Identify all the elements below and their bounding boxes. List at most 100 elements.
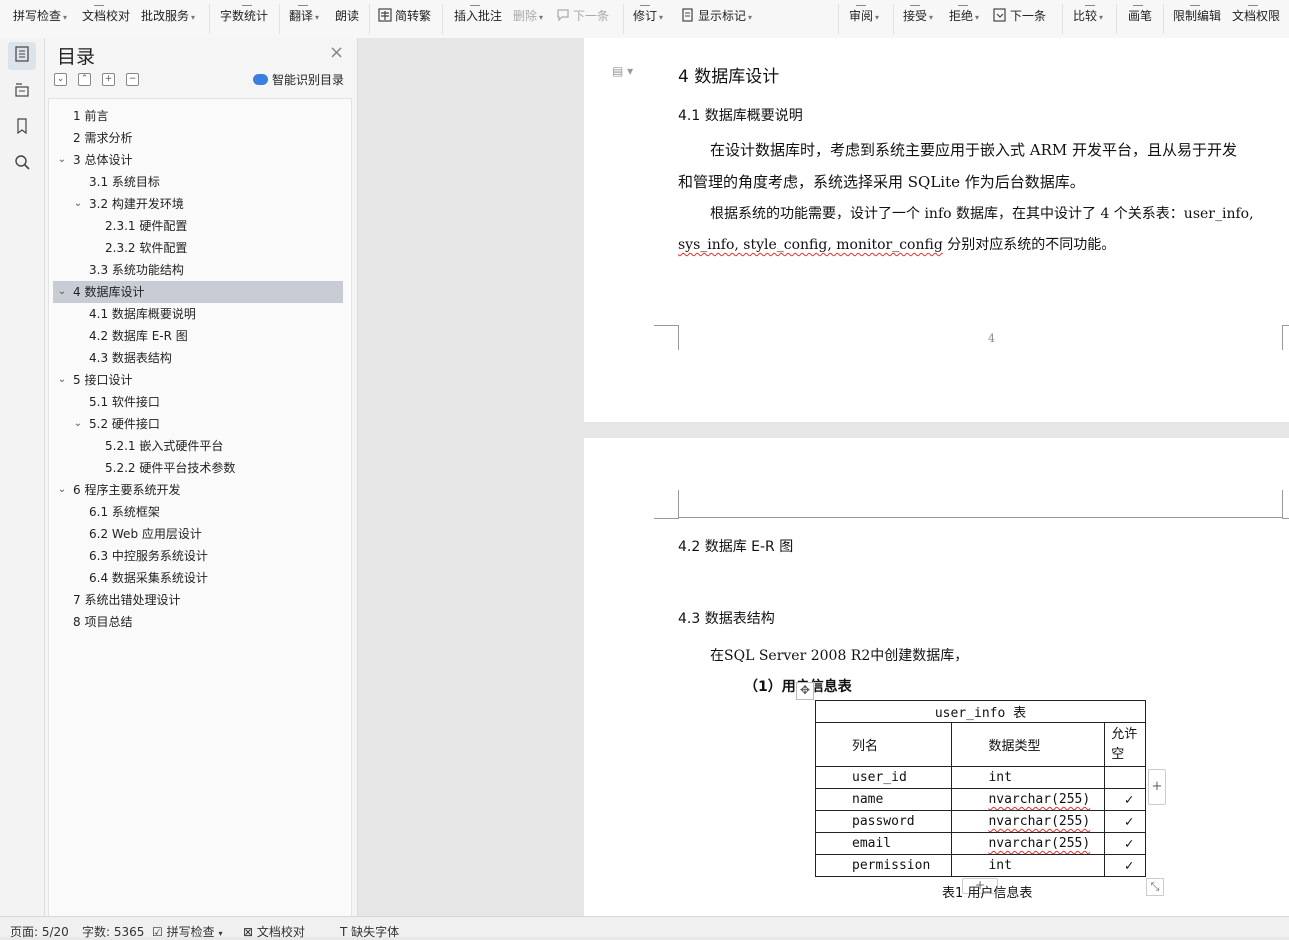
chevron-down-icon[interactable]: ⌄ xyxy=(57,369,67,391)
ribbon-icon-fragment xyxy=(1248,0,1258,6)
spell-check-button[interactable]: 拼写检查 ▾ xyxy=(13,7,67,25)
toc-item[interactable]: 7 系统出错处理设计 xyxy=(73,589,180,611)
ribbon-icon-fragment xyxy=(1133,0,1143,6)
font-icon: T xyxy=(340,925,348,939)
ribbon-toolbar: 拼写检查 ▾ 文档校对 批改服务 ▾ 字数统计 翻译 ▾ 朗读 简转繁 插入批注 删除… xyxy=(0,0,1289,39)
chevron-down-icon[interactable]: ⌄ xyxy=(73,193,83,215)
toc-item[interactable]: 5.2.2 硬件平台技术参数 xyxy=(105,457,235,479)
toc-item[interactable]: 4.3 数据表结构 xyxy=(89,347,172,369)
toc-item[interactable]: 3.1 系统目标 xyxy=(89,171,160,193)
toc-item[interactable]: 5.1 软件接口 xyxy=(89,391,160,413)
chevron-down-icon[interactable]: ⌄ xyxy=(73,413,83,435)
next-comment-button[interactable]: 下一条 xyxy=(556,7,609,25)
header-line xyxy=(678,517,1282,518)
ribbon-icon-fragment xyxy=(470,0,480,6)
ribbon-icon-fragment xyxy=(298,0,308,6)
margin-corner xyxy=(654,325,679,350)
table-cell: ✓ xyxy=(1104,788,1146,811)
toc-item[interactable]: 2.3.2 软件配置 xyxy=(105,237,187,259)
spelling-error-text[interactable]: sys_info, style_config, monitor_config xyxy=(678,237,943,253)
close-icon[interactable]: × xyxy=(329,42,344,63)
toc-item-selected[interactable]: ⌄ 4 数据库设计 xyxy=(53,281,343,303)
toc-item[interactable]: 6.4 数据采集系统设计 xyxy=(89,567,208,589)
toc-item[interactable]: ⌄ 3 总体设计 xyxy=(55,149,133,171)
toc-item[interactable]: 6.3 中控服务系统设计 xyxy=(89,545,208,567)
ribbon-icon-fragment xyxy=(1190,0,1200,6)
restrict-editing-button[interactable]: 限制编辑 xyxy=(1173,7,1221,25)
review-button[interactable]: 审阅 ▾ xyxy=(849,7,879,25)
collapse-all-icon[interactable]: ⌃ xyxy=(78,73,91,86)
next-change-button[interactable]: 下一条 xyxy=(993,7,1046,25)
toc-item[interactable]: 3.3 系统功能结构 xyxy=(89,259,184,281)
table-header: 数据类型 xyxy=(951,722,1106,767)
document-permission-button[interactable]: 文档权限 xyxy=(1232,7,1280,25)
translate-button[interactable]: 翻译 ▾ xyxy=(289,7,319,25)
toc-item[interactable]: 6.2 Web 应用层设计 xyxy=(89,523,202,545)
toc-item[interactable]: 5.2.1 嵌入式硬件平台 xyxy=(105,435,223,457)
toc-item[interactable]: 1 前言 xyxy=(73,105,108,127)
toc-panel-button[interactable] xyxy=(8,42,36,70)
paragraph: 在设计数据库时，考虑到系统主要应用于嵌入式 ARM 开发平台，且从易于开发 xyxy=(710,141,1238,159)
ribbon-icon-fragment xyxy=(910,0,920,6)
resize-table-icon[interactable]: ⤡ xyxy=(1146,878,1164,896)
smart-toc-button[interactable]: 智能识别目录 xyxy=(253,71,344,88)
user-info-table[interactable]: user_info 表 列名 数据类型 允许空 user_id int name n… xyxy=(814,700,1146,877)
show-markup-button[interactable]: 显示标记 ▾ xyxy=(681,7,752,25)
ribbon-separator xyxy=(209,4,210,34)
toc-item[interactable]: ⌄ 3.2 构建开发环境 xyxy=(71,193,184,215)
remove-heading-icon[interactable]: − xyxy=(126,73,139,86)
reject-button[interactable]: 拒绝 ▾ xyxy=(949,7,979,25)
toc-item[interactable]: 6.1 系统框架 xyxy=(89,501,160,523)
ribbon-separator xyxy=(1116,4,1117,34)
simplified-to-traditional-button[interactable]: 简转繁 xyxy=(378,7,431,25)
compare-button[interactable]: 比较 ▾ xyxy=(1073,7,1103,25)
toc-title: 目录 xyxy=(57,46,96,68)
toc-item[interactable]: 4.1 数据库概要说明 xyxy=(89,303,196,325)
missing-font-status[interactable]: T 缺失字体 xyxy=(340,923,399,940)
status-bar: 页面: 5/20 字数: 5365 ☑ 拼写检查 ▾ ⊠ 文档校对 T 缺失字体 xyxy=(0,916,1289,940)
toc-item[interactable]: 8 项目总结 xyxy=(73,611,132,633)
track-changes-button[interactable]: 修订 ▾ xyxy=(633,7,663,25)
pen-button[interactable]: 画笔 xyxy=(1128,7,1152,25)
table-cell: ✓ xyxy=(1104,810,1146,833)
chevron-down-icon[interactable]: ⌄ xyxy=(57,281,67,303)
insert-comment-button[interactable]: 插入批注 xyxy=(454,7,502,25)
ribbon-separator xyxy=(838,4,839,34)
document-canvas[interactable]: ▤ ▾ 4 数据库设计 4.1 数据库概要说明 在设计数据库时，考虑到系统主要应… xyxy=(358,38,1289,916)
toc-item[interactable]: ⌄ 5 接口设计 xyxy=(55,369,133,391)
spell-check-status[interactable]: ☑ 拼写检查 ▾ xyxy=(152,923,222,940)
add-column-icon[interactable]: + xyxy=(1148,769,1166,805)
bookmark-button[interactable] xyxy=(8,114,36,142)
paragraph-options-icon[interactable]: ▤ ▾ xyxy=(612,64,633,78)
chevron-down-icon[interactable]: ⌄ xyxy=(57,479,67,501)
expand-all-icon[interactable]: ⌄ xyxy=(54,73,67,86)
table-cell: nvarchar(255) xyxy=(951,810,1106,833)
toc-item[interactable]: 2.3.1 硬件配置 xyxy=(105,215,187,237)
proofread-status[interactable]: ⊠ 文档校对 xyxy=(243,923,305,940)
ribbon-separator xyxy=(1062,4,1063,34)
ribbon-icon-fragment xyxy=(958,0,968,6)
toc-item[interactable]: ⌄ 6 程序主要系统开发 xyxy=(55,479,181,501)
add-heading-icon[interactable]: + xyxy=(102,73,115,86)
navigation-pane-button[interactable] xyxy=(8,78,36,106)
toc-item[interactable]: 4.2 数据库 E-R 图 xyxy=(89,325,188,347)
word-count-button[interactable]: 字数统计 xyxy=(220,7,268,25)
page-indicator[interactable]: 页面: 5/20 xyxy=(10,923,69,940)
next-change-icon xyxy=(993,8,1007,27)
toc-item[interactable]: 2 需求分析 xyxy=(73,127,132,149)
search-button[interactable] xyxy=(8,150,36,178)
word-count[interactable]: 字数: 5365 xyxy=(82,923,144,940)
correction-service-button[interactable]: 批改服务 ▾ xyxy=(141,7,195,25)
move-table-icon[interactable]: ✥ xyxy=(796,682,814,700)
doc-proofread-button[interactable]: 文档校对 xyxy=(82,7,130,25)
ribbon-separator xyxy=(442,4,443,34)
read-aloud-button[interactable]: 朗读 xyxy=(335,7,359,25)
chevron-down-icon[interactable]: ⌄ xyxy=(57,149,67,171)
table-cell: ✓ xyxy=(1104,854,1146,877)
table-cell: email xyxy=(814,832,953,855)
ribbon-icon-fragment xyxy=(856,0,866,6)
accept-button[interactable]: 接受 ▾ xyxy=(903,7,933,25)
delete-comment-button[interactable]: 删除 ▾ xyxy=(513,7,543,25)
toc-item[interactable]: ⌄ 5.2 硬件接口 xyxy=(71,413,160,435)
next-comment-icon xyxy=(556,8,570,27)
